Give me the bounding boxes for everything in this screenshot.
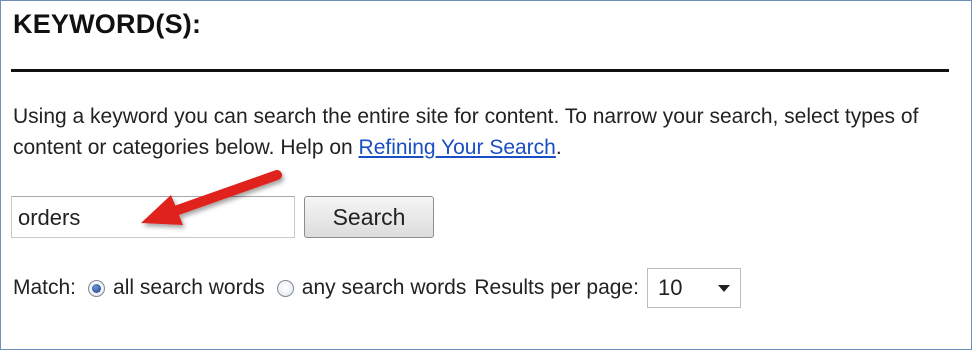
search-button[interactable]: Search bbox=[304, 196, 434, 238]
refining-search-link[interactable]: Refining Your Search bbox=[359, 136, 556, 159]
chevron-down-icon bbox=[717, 284, 730, 292]
search-description: Using a keyword you can search the entir… bbox=[13, 101, 943, 163]
results-per-page-select[interactable]: 10 bbox=[646, 268, 741, 308]
results-per-page-value: 10 bbox=[657, 275, 683, 300]
any-search-words-label[interactable]: any search words bbox=[302, 276, 467, 300]
search-panel: KEYWORD(S): Using a keyword you can sear… bbox=[0, 0, 972, 350]
radio-all-search-words[interactable] bbox=[88, 279, 106, 297]
heading-divider bbox=[11, 69, 949, 72]
all-search-words-label[interactable]: all search words bbox=[113, 276, 265, 300]
results-per-page-label: Results per page: bbox=[474, 276, 639, 299]
search-options-row: Match: all search words any search words… bbox=[13, 266, 741, 310]
red-arrow-icon bbox=[141, 170, 282, 225]
section-heading: KEYWORD(S): bbox=[13, 9, 202, 39]
match-label: Match: bbox=[13, 276, 77, 299]
radio-any-search-words[interactable] bbox=[276, 279, 294, 297]
description-trailing: . bbox=[555, 136, 562, 159]
